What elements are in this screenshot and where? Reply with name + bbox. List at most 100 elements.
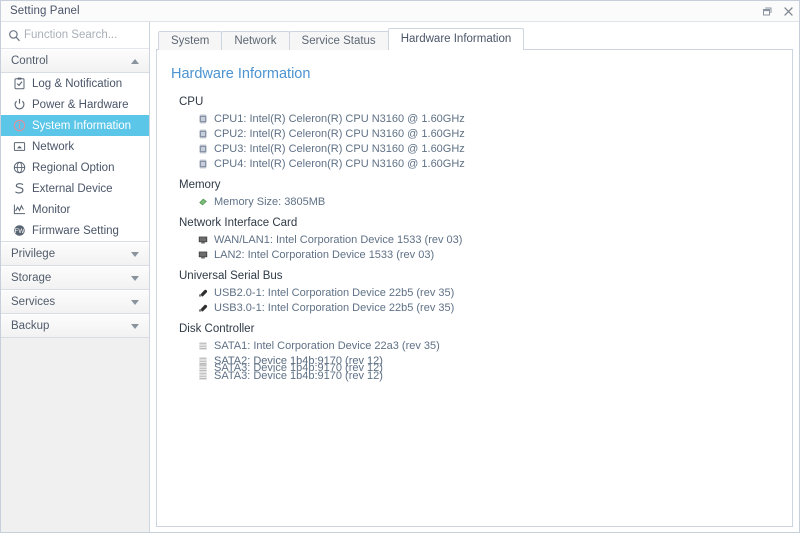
sidebar-item-label: Regional Option <box>32 161 115 174</box>
setting-panel-window: Setting Panel Function Search... Control… <box>0 0 800 533</box>
tab-network[interactable]: Network <box>221 31 290 50</box>
sidebar-item-label: System Information <box>32 119 132 132</box>
globe-icon <box>12 161 26 175</box>
sidebar-item-external-device[interactable]: External Device <box>1 178 149 199</box>
nic-icon <box>197 234 208 245</box>
window-body: Control Log & Notification <box>1 22 799 532</box>
sidebar-group-label: Services <box>11 296 56 308</box>
sidebar-group-backup[interactable]: Backup <box>1 314 149 338</box>
sidebar-item-log-notification[interactable]: Log & Notification <box>1 73 149 94</box>
sidebar-item-label: Network <box>32 140 75 153</box>
cpu-list: CPU1: Intel(R) Celeron(R) CPU N3160 @ 1.… <box>197 112 792 170</box>
section-network-interface-card: Network Interface Card WAN/LAN1: Intel C… <box>179 217 792 261</box>
sidebar-group-control[interactable]: Control <box>1 49 149 73</box>
section-memory: Memory Memory Size: 3805MB <box>179 179 792 208</box>
list-item: SATA3: Device 1b4b:9170 (rev 12) <box>197 361 383 374</box>
list-item-label: WAN/LAN1: Intel Corporation Device 1533 … <box>214 233 463 246</box>
list-item-label: LAN2: Intel Corporation Device 1533 (rev… <box>214 248 435 261</box>
restore-button[interactable] <box>759 5 773 19</box>
section-title: Memory <box>179 179 221 191</box>
list-item-label: SATA1: Intel Corporation Device 22a3 (re… <box>214 339 440 352</box>
info-circle-icon <box>12 119 26 133</box>
sidebar-group-label: Control <box>11 55 49 67</box>
chevron-down-icon <box>131 323 139 329</box>
list-item: CPU1: Intel(R) Celeron(R) CPU N3160 @ 1.… <box>197 112 792 125</box>
search-input[interactable] <box>24 29 149 41</box>
usb-list: USB2.0-1: Intel Corporation Device 22b5 … <box>197 286 792 314</box>
sidebar-item-label: External Device <box>32 182 113 195</box>
sidebar-group-privilege[interactable]: Privilege <box>1 242 149 266</box>
sidebar-group-label: Storage <box>11 272 52 284</box>
sidebar-group-label: Privilege <box>11 248 56 260</box>
sidebar-item-label: Monitor <box>32 203 71 216</box>
svg-text:FW: FW <box>14 228 25 235</box>
repaint-artifact-clipped-row: SATA2: Device 1b4b:9170 (rev 12) <box>197 354 383 361</box>
chart-monitor-icon <box>12 203 26 217</box>
cpu-chip-icon <box>197 158 208 169</box>
sidebar-group-services[interactable]: Services <box>1 290 149 314</box>
repaint-artifact-rows: SATA2: Device 1b4b:9170 (rev 12) SATA3: … <box>197 354 383 376</box>
section-cpu: CPU CPU1: Intel(R) Celeron(R) CPU N3160 … <box>179 96 792 170</box>
list-item-label: CPU1: Intel(R) Celeron(R) CPU N3160 @ 1.… <box>214 112 465 125</box>
list-item: CPU4: Intel(R) Celeron(R) CPU N3160 @ 1.… <box>197 157 792 170</box>
list-item: CPU2: Intel(R) Celeron(R) CPU N3160 @ 1.… <box>197 127 792 140</box>
list-item-label: SATA3: Device 1b4b:9170 (rev 12) <box>214 361 383 374</box>
window-controls <box>759 1 795 22</box>
sidebar-item-system-information[interactable]: System Information <box>1 115 149 136</box>
cpu-chip-icon <box>197 113 208 124</box>
tab-system[interactable]: System <box>158 31 223 50</box>
sidebar-item-label: Power & Hardware <box>32 98 129 111</box>
list-item: USB3.0-1: Intel Corporation Device 22b5 … <box>197 301 792 314</box>
usb-stick-icon <box>197 287 208 298</box>
tab-hardware-information[interactable]: Hardware Information <box>387 28 525 50</box>
list-item: LAN2: Intel Corporation Device 1533 (rev… <box>197 248 792 261</box>
search-icon <box>7 28 21 42</box>
tab-service-status[interactable]: Service Status <box>288 31 389 50</box>
cpu-chip-icon <box>197 143 208 154</box>
clipboard-check-icon <box>12 77 26 91</box>
sidebar-item-firmware-setting[interactable]: FW Firmware Setting <box>1 220 149 241</box>
list-item-label: USB3.0-1: Intel Corporation Device 22b5 … <box>214 301 455 314</box>
list-item-label: CPU2: Intel(R) Celeron(R) CPU N3160 @ 1.… <box>214 127 465 140</box>
nic-list: WAN/LAN1: Intel Corporation Device 1533 … <box>197 233 792 261</box>
sidebar-item-network[interactable]: Network <box>1 136 149 157</box>
list-item: SATA1: Intel Corporation Device 22a3 (re… <box>197 339 792 352</box>
list-item: WAN/LAN1: Intel Corporation Device 1533 … <box>197 233 792 246</box>
disk-controller-icon <box>197 340 208 351</box>
sidebar-item-power-hardware[interactable]: Power & Hardware <box>1 94 149 115</box>
list-item: CPU3: Intel(R) Celeron(R) CPU N3160 @ 1.… <box>197 142 792 155</box>
tab-bar: System Network Service Status Hardware I… <box>158 28 793 50</box>
sidebar-group-control-items: Log & Notification Power & Hardware Syst… <box>1 73 149 242</box>
list-item-label: USB2.0-1: Intel Corporation Device 22b5 … <box>214 286 455 299</box>
function-search-row[interactable] <box>1 22 149 49</box>
firmware-fw-icon: FW <box>12 224 26 238</box>
page-title: Hardware Information <box>171 66 311 82</box>
sidebar-empty-area <box>1 338 149 532</box>
hardware-information-panel: Hardware Information CPU CPU1: Intel(R) … <box>156 49 793 527</box>
section-title: Disk Controller <box>179 323 255 335</box>
sidebar-item-monitor[interactable]: Monitor <box>1 199 149 220</box>
sidebar-item-label: Firmware Setting <box>32 224 119 237</box>
usb-s-icon <box>12 182 26 196</box>
network-card-icon <box>12 140 26 154</box>
sidebar: Control Log & Notification <box>1 22 150 532</box>
list-item-label: CPU4: Intel(R) Celeron(R) CPU N3160 @ 1.… <box>214 157 465 170</box>
nic-icon <box>197 249 208 260</box>
list-item: Memory Size: 3805MB <box>197 195 792 208</box>
list-item-label: Memory Size: 3805MB <box>214 195 326 208</box>
section-universal-serial-bus: Universal Serial Bus USB2.0-1: Intel Cor… <box>179 270 792 314</box>
disk-controller-icon <box>197 362 208 373</box>
hardware-sections: CPU CPU1: Intel(R) Celeron(R) CPU N3160 … <box>179 96 792 382</box>
chevron-up-icon <box>131 58 139 64</box>
disk-controller-icon <box>197 355 208 361</box>
window-titlebar: Setting Panel <box>1 1 799 22</box>
memory-module-icon <box>197 196 208 207</box>
chevron-down-icon <box>131 275 139 281</box>
section-title: CPU <box>179 96 204 108</box>
sidebar-item-regional-option[interactable]: Regional Option <box>1 157 149 178</box>
close-icon[interactable] <box>781 5 795 19</box>
sidebar-group-storage[interactable]: Storage <box>1 266 149 290</box>
list-item-label: CPU3: Intel(R) Celeron(R) CPU N3160 @ 1.… <box>214 142 465 155</box>
memory-list: Memory Size: 3805MB <box>197 195 792 208</box>
list-item: USB2.0-1: Intel Corporation Device 22b5 … <box>197 286 792 299</box>
